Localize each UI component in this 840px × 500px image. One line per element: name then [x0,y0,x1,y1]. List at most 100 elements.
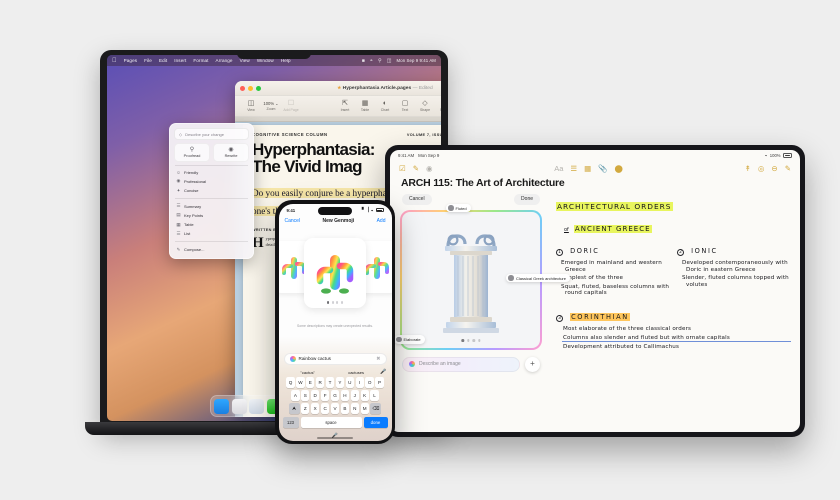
key-j[interactable]: J [350,390,359,402]
menu-item-insert[interactable]: Insert [174,58,186,63]
format-table[interactable]: ▦ Table [174,220,249,229]
proofread-button[interactable]: ⚲ Proofread [174,143,210,163]
key-i[interactable]: I [355,376,364,388]
add-concept-button[interactable]: + [525,356,540,372]
genmoji-carousel[interactable] [278,227,392,319]
key-d[interactable]: D [311,390,320,402]
handwritten-notes[interactable]: ARCHITECTURAL ORDERS of ANCIENT GREECE 1… [552,192,800,422]
shift-icon[interactable]: ⮝ [288,403,300,415]
share-icon[interactable]: ↟ [745,165,751,173]
menu-item-file[interactable]: File [144,58,152,63]
pages-titlebar[interactable]: ★ Hyperphantasia Article.pages — Edited [235,81,441,96]
maximize-icon[interactable] [256,85,261,91]
checklist-icon[interactable]: ☑ [399,165,406,173]
collapse-icon[interactable]: ⊖ [771,165,777,173]
page-dot-3[interactable] [472,339,476,342]
toolbar-media-button[interactable]: ▣ Media [435,100,441,112]
key-r[interactable]: R [316,376,325,388]
genmoji-dots[interactable] [327,301,343,304]
genmoji-dot-3[interactable] [336,301,339,304]
minimize-icon[interactable] [248,85,253,91]
cancel-button[interactable]: Cancel [402,194,432,205]
search-icon[interactable]: ⚲ [378,58,382,64]
numbers-key[interactable]: 123 [282,416,299,428]
writing-tools-cards[interactable]: ⚲ Proofread ◉ Rewrite [174,143,249,163]
genmoji-dot-4[interactable] [340,301,343,304]
playground-actions[interactable]: Cancel Done [396,194,546,205]
key-n[interactable]: N [350,403,359,415]
toolbar-chart-button[interactable]: ◐ Chart [375,100,395,112]
menu-status-area[interactable]: ■ ◓ ⚲ ◫ Mon Sep 9 9:41 AM [362,58,436,64]
menu-clock[interactable]: Mon Sep 9 9:41 AM [397,58,436,63]
key-a[interactable]: A [291,390,300,402]
key-b[interactable]: B [340,403,350,415]
list-icon[interactable]: ☰ [570,165,577,173]
chip-fluted[interactable]: Fluted [446,203,471,213]
keyboard-rows[interactable]: Q W E R T Y U I O P A S D F G H J K L ⮝ … [279,376,392,433]
genmoji-dot-1[interactable] [327,301,330,304]
toolbar-shape-button[interactable]: ◇ Shape [415,100,435,112]
page-dot-4[interactable] [478,339,481,342]
genmoji-search-input[interactable]: Rainbow cactus ✖ [283,352,387,365]
mic-icon[interactable]: 🎤 [380,369,386,375]
menu-item-arrange[interactable]: Arrange [216,58,233,63]
menu-item-format[interactable]: Format [193,58,208,63]
dock-launchpad-icon[interactable] [231,398,247,414]
key-y[interactable]: Y [335,376,345,388]
key-g[interactable]: G [330,390,340,402]
key-s[interactable]: S [301,390,310,402]
format-summary[interactable]: ☰ Summary [174,202,249,211]
done-key[interactable]: done [363,416,388,428]
describe-change-input[interactable]: ◇ Describe your change [174,128,249,140]
image-page-dots[interactable] [461,339,481,342]
suggestion-1[interactable]: "cactus" [284,370,332,375]
dock-safari-icon[interactable] [249,398,264,414]
key-e[interactable]: E [306,376,315,388]
keyboard-suggestions[interactable]: "cactus" cactuses 🎤 [279,368,392,377]
grid-icon[interactable]: ▦ [584,165,591,173]
suggestion-2[interactable]: cactuses [332,370,380,375]
key-z[interactable]: Z [301,403,310,415]
menu-item-edit[interactable]: Edit [159,58,167,63]
toolbar-view-button[interactable]: ◫ View [241,100,261,112]
image-prompt-row[interactable]: Describe an image + [402,356,540,372]
attachment-icon[interactable]: 📎 [598,165,607,173]
menu-item-pages[interactable]: Pages [124,58,138,63]
key-k[interactable]: K [360,390,369,402]
close-icon[interactable] [240,85,245,91]
delete-icon[interactable]: ⌫ [370,403,382,415]
traffic-lights[interactable] [240,85,261,91]
keyboard-bottom-row[interactable]: 123 space done [281,416,390,431]
key-t[interactable]: T [325,376,335,388]
key-p[interactable]: P [375,376,384,388]
markup-icon[interactable]: ✎ [413,165,419,173]
key-w[interactable]: W [296,376,305,388]
format-key-points[interactable]: ▤ Key Points [174,211,249,220]
key-m[interactable]: M [360,403,369,415]
key-x[interactable]: X [311,403,320,415]
pages-toolbar[interactable]: ◫ View 100% ⌄ Zoom ☐ Add Page ⇱ Insert ▦… [235,96,441,117]
cancel-button[interactable]: Cancel [285,218,301,224]
keyboard-row-3[interactable]: ⮝ Z X C V B N M ⌫ [281,403,390,415]
control-center-icon[interactable]: ◫ [387,58,392,64]
genmoji-dot-2[interactable] [331,301,334,304]
chip-classical-greek[interactable]: Classical Greek architecture [506,273,570,283]
iphone-keyboard-area[interactable]: Rainbow cactus ✖ "cactus" cactuses 🎤 Q W… [279,352,392,441]
toolbar-text-button[interactable]: ▢ Text [395,100,415,112]
zoom-value[interactable]: 100% ⌄ [263,101,278,106]
writing-tools-popover[interactable]: ◇ Describe your change ⚲ Proofread ◉ Rew… [169,123,254,260]
page-dot-1[interactable] [461,339,464,342]
toolbar-table-button[interactable]: ▦ Table [355,100,375,112]
space-key[interactable]: space [300,416,362,428]
toolbar-insert-button[interactable]: ⇱ Insert [335,100,355,112]
page-dot-2[interactable] [466,339,470,342]
ipad-notes-toolbar[interactable]: ☑ ✎ ◉ Aa ☰ ▦ 📎 ⬤ ↟ ◎ ⊖ ✎ [390,161,800,176]
done-button[interactable]: Done [514,194,540,205]
describe-image-input[interactable]: Describe an image [402,356,520,372]
add-button[interactable]: Add [377,218,386,224]
tone-concise[interactable]: ✦ Concise [174,186,249,195]
more-icon[interactable]: ◎ [758,165,765,173]
genmoji-preview-main[interactable] [304,237,366,308]
tone-professional[interactable]: ◉ Professional [174,177,249,186]
key-o[interactable]: O [365,376,374,388]
